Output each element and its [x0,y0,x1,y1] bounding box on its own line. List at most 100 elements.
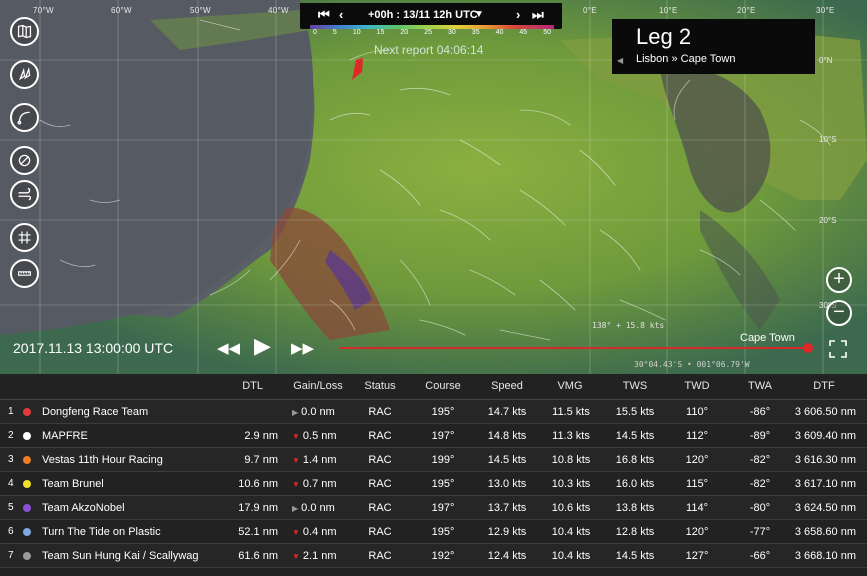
skip-first-icon[interactable]: ⏮ [318,7,330,23]
wind-scale-tick: 45 [519,29,528,36]
team-name[interactable]: Team AkzoNobel [42,496,125,520]
cell-dtl: 52.1 nm [238,526,278,538]
timeline-handle[interactable] [803,343,813,353]
table-row[interactable]: 1 Dongfeng Race Team ▶ 0.0 nm RAC 195° 14.7 kt… [0,400,867,424]
column-header[interactable]: DTL [225,374,263,399]
longitude-label: 70°W [33,6,54,15]
cell-status: RAC [368,478,392,490]
cell-gain: ▶ 0.0 nm [292,400,354,425]
map-book-icon[interactable] [10,17,39,46]
team-name[interactable]: Turn The Tide on Plastic [42,520,161,544]
latitude-label: 0°N [819,56,833,65]
rewind-icon[interactable]: ◀◀ [217,339,240,357]
cell-status: RAC [368,526,392,538]
column-header[interactable]: Course [418,374,468,399]
column-header[interactable]: Gain/Loss [285,374,351,399]
cell-status: RAC [368,502,392,514]
wind-scale-tick: 40 [495,29,504,36]
table-body: 1 Dongfeng Race Team ▶ 0.0 nm RAC 195° 14.7 kt… [0,400,867,568]
rank-number: 1 [8,406,14,417]
column-header[interactable]: DTF [800,374,848,399]
leg-info-panel[interactable]: Leg 2 ◀ Lisbon » Cape Town [612,19,815,74]
forecast-time[interactable]: +00h : 13/11 12h UTC [368,9,478,21]
longitude-label: 10°E [659,6,678,15]
cell-tws: 15.5 kts [615,406,655,418]
table-row[interactable]: 5 Team AkzoNobel 17.9 nm ▶ 0.0 nm RAC 197° 13.7… [0,496,867,520]
cell-twd: 115° [686,478,708,490]
team-name[interactable]: Team Sun Hung Kai / Scallywag [42,544,199,568]
trend-down-icon: ▼ [292,552,300,561]
replay-timeline[interactable] [340,347,808,349]
team-color-dot [23,504,31,512]
chevron-right-icon[interactable]: › [516,7,520,22]
triangle-down-icon[interactable]: ▼ [474,9,484,20]
fast-forward-icon[interactable]: ▶▶ [291,339,314,357]
collapse-arrow-icon[interactable]: ◀ [617,56,623,65]
cell-vmg: 10.3 kts [551,478,591,490]
cell-tws: 13.8 kts [615,502,655,514]
team-name[interactable]: MAPFRE [42,424,88,448]
column-header[interactable]: Speed [483,374,531,399]
column-header[interactable]: Status [358,374,402,399]
latitude-label: 20°S [819,216,837,225]
cell-speed: 12.9 kts [487,526,527,538]
column-header[interactable]: VMG [548,374,592,399]
cell-status: RAC [368,406,392,418]
cell-gain: ▼ 0.7 nm [292,472,354,497]
wind-scale-tick: 5 [332,29,337,36]
wind-scale-tick: 25 [424,29,432,36]
longitude-label: 50°W [190,6,211,15]
fullscreen-icon[interactable] [829,340,847,358]
cell-dtf: 3 617.10 nm [794,478,856,490]
longitude-label: 0°E [583,6,597,15]
team-color-dot [23,432,31,440]
zoom-out-icon[interactable]: − [826,300,852,326]
boats-icon[interactable] [10,60,39,89]
wind-map[interactable]: 70°W 60°W 50°W 40°W 0°E 10°E 20°E 30°E 0… [0,0,867,374]
ruler-icon[interactable] [10,259,39,288]
grid-icon[interactable] [10,223,39,252]
play-icon[interactable]: ▶ [254,333,271,359]
team-color-dot [23,408,31,416]
wind-scale-tick: 10 [352,29,361,36]
team-name[interactable]: Dongfeng Race Team [42,400,148,424]
replay-datetime: 2017.11.13 13:00:00 UTC [13,340,174,356]
table-row[interactable]: 6 Turn The Tide on Plastic 52.1 nm ▼ 0.4 nm R… [0,520,867,544]
cell-tws: 16.0 kts [615,478,655,490]
cursor-coordinates: 30°04.43'S • 001°06.79'W [634,360,750,369]
cell-vmg: 10.6 kts [551,502,591,514]
table-row[interactable]: 3 Vestas 11th Hour Racing 9.7 nm ▼ 1.4 nm RAC… [0,448,867,472]
team-name[interactable]: Vestas 11th Hour Racing [42,448,163,472]
boat-speed-readout: 138° + 15.8 kts [592,321,665,330]
cell-twa: -89° [749,430,771,442]
cell-vmg: 10.4 kts [551,550,591,562]
cell-dtf: 3 624.50 nm [794,502,856,514]
longitude-label: 60°W [111,6,132,15]
team-name[interactable]: Team Brunel [42,472,104,496]
wind-icon[interactable] [10,180,39,209]
latitude-label: 10°S [819,135,837,144]
table-row[interactable]: 4 Team Brunel 10.6 nm ▼ 0.7 nm RAC 195° 13.0 kt… [0,472,867,496]
table-row[interactable]: 7 Team Sun Hung Kai / Scallywag 61.6 nm ▼ 2.… [0,544,867,568]
longitude-label: 40°W [268,6,289,15]
column-header[interactable]: TWS [613,374,657,399]
cell-speed: 12.4 kts [487,550,527,562]
cell-speed: 13.7 kts [487,502,527,514]
wind-scale-ticks: 0 5 10 15 20 25 30 35 40 45 50 [310,29,554,36]
column-header[interactable]: TWA [738,374,782,399]
route-arc-icon[interactable] [10,103,39,132]
cell-speed: 14.7 kts [487,406,527,418]
team-color-dot [23,456,31,464]
wind-scale-tick: 35 [471,29,480,36]
table-row[interactable]: 2 MAPFRE 2.9 nm ▼ 0.5 nm RAC 197° 14.8 kts 11.3 … [0,424,867,448]
leaderboard-table: DTL Gain/Loss Status Course Speed VMG TW… [0,374,867,576]
longitude-label: 30°E [816,6,835,15]
compass-icon[interactable] [10,146,39,175]
column-header[interactable]: TWD [675,374,719,399]
cell-dtl: 9.7 nm [244,454,278,466]
chevron-left-icon[interactable]: ‹ [339,7,343,22]
zoom-in-icon[interactable]: + [826,267,852,293]
skip-last-icon[interactable]: ⏭ [532,7,544,23]
cell-dtl: 2.9 nm [244,430,278,442]
team-color-dot [23,480,31,488]
